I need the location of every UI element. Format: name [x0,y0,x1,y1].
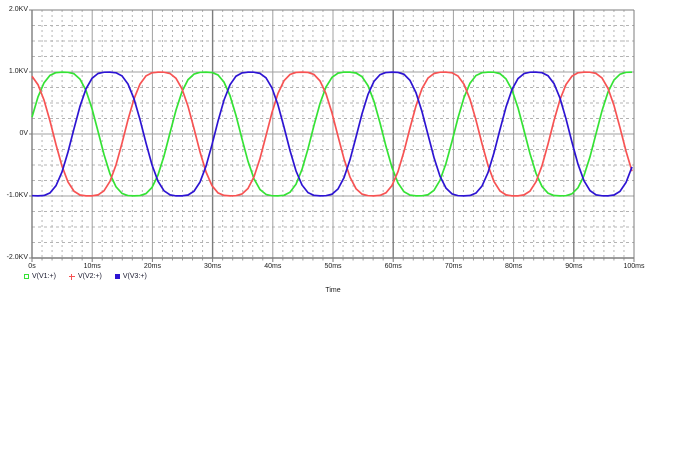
legend-marker-plus-icon [68,273,75,280]
legend-item-3[interactable]: V(V3:+) [114,273,147,280]
y-tick-label: 1.0KV [8,68,28,75]
x-tick-label: 30ms [204,263,222,270]
x-tick-label: 90ms [565,263,583,270]
legend-trace-name: V(V3:+) [122,273,147,280]
x-tick-label: 10ms [83,263,101,270]
x-tick-label: 100ms [623,263,645,270]
legend-marker-square-filled-icon [114,274,120,279]
waveform-plot-canvas [29,9,635,262]
probe-plot-window: 2.0KV 1.0KV 0V -1.0KV -2.0KV 0s 10ms 20ms 30ms 4… [0,0,674,466]
x-tick-label: 40ms [264,263,282,270]
x-tick-label: 0s [28,263,36,270]
y-tick-label: -1.0KV [6,192,28,199]
x-tick-label: 20ms [143,263,161,270]
legend-trace-name: V(V1:+) [32,273,56,280]
x-tick-label: 80ms [505,263,523,270]
legend-marker-square-outline-icon [24,274,29,279]
x-tick-label: 70ms [444,263,462,270]
y-tick-label: 2.0KV [8,6,28,13]
legend-trace-name: V(V2:+) [77,273,102,280]
trace-legend: V(V1:+) V(V2:+) V(V3:+) [24,273,147,280]
x-tick-label: 50ms [324,263,342,270]
legend-item-2[interactable]: V(V2:+) [68,273,102,280]
x-tick-label: 60ms [384,263,402,270]
legend-item-1[interactable]: V(V1:+) [24,273,56,280]
y-tick-label: -2.0KV [6,254,28,261]
y-tick-label: 0V [19,130,28,137]
x-axis-title: Time [325,287,341,294]
